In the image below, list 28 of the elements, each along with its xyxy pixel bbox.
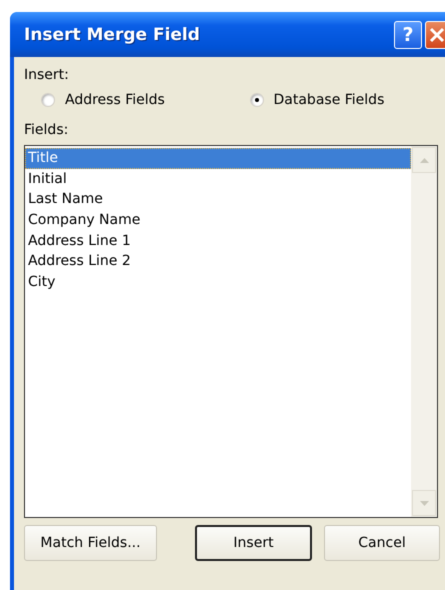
scrollbar[interactable] [411, 146, 437, 517]
list-item[interactable]: Title [25, 148, 411, 169]
dialog-button[interactable]: Insert [195, 525, 312, 561]
list-item[interactable]: Initial [25, 168, 411, 190]
list-item[interactable]: City [25, 272, 411, 293]
list-item[interactable]: Last Name [25, 189, 411, 210]
radio-label: Address Fields [65, 92, 165, 108]
dialog-button[interactable]: Cancel [324, 525, 440, 561]
scroll-up-button[interactable] [412, 147, 436, 173]
list-item[interactable]: Address Line 1 [25, 230, 411, 252]
close-button[interactable] [425, 20, 445, 48]
dialog-button[interactable]: Match Fields... [24, 525, 157, 561]
insert-label: Insert: [24, 67, 70, 83]
scroll-down-button[interactable] [412, 490, 436, 516]
fields-list[interactable]: Title Initial Last Name Company Name Address Line 1 Address Line 2 City [24, 145, 438, 518]
radio-label: Database Fields [274, 92, 384, 108]
list-item[interactable]: Company Name [25, 210, 411, 231]
radio-icon[interactable] [41, 93, 55, 107]
fields-label: Fields: [24, 122, 70, 138]
radio-icon[interactable] [250, 93, 264, 107]
close-icon [429, 26, 445, 42]
help-button[interactable]: ? [394, 20, 422, 48]
radio-option[interactable]: Database Fields [250, 92, 445, 108]
down-arrow-icon [420, 500, 428, 506]
window-title: Insert Merge Field [24, 24, 201, 44]
list-item[interactable]: Address Line 2 [25, 251, 411, 272]
up-arrow-icon [420, 158, 428, 162]
radio-option[interactable]: Address Fields [41, 92, 250, 108]
